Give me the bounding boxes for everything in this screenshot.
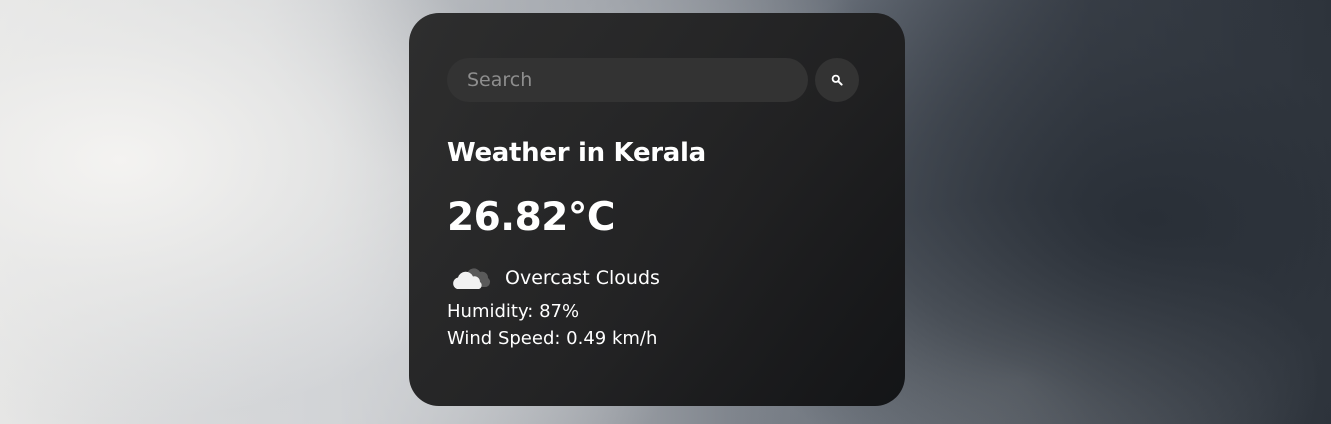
temperature: 26.82°C: [447, 195, 615, 241]
city-title: Weather in Kerala: [447, 138, 706, 168]
humidity-text: Humidity: 87%: [447, 300, 580, 322]
overcast-clouds-icon: [447, 258, 497, 298]
wind-speed-text: Wind Speed: 0.49 km/h: [447, 327, 658, 349]
weather-description: Overcast Clouds: [505, 266, 660, 289]
search-input[interactable]: [447, 58, 808, 102]
search-icon: [831, 74, 843, 86]
search-button[interactable]: [815, 58, 859, 102]
search-bar: [447, 58, 867, 102]
description-row: Overcast Clouds: [447, 258, 867, 298]
weather-card: Weather in Kerala 26.82°C Overcast Cloud…: [409, 13, 905, 406]
